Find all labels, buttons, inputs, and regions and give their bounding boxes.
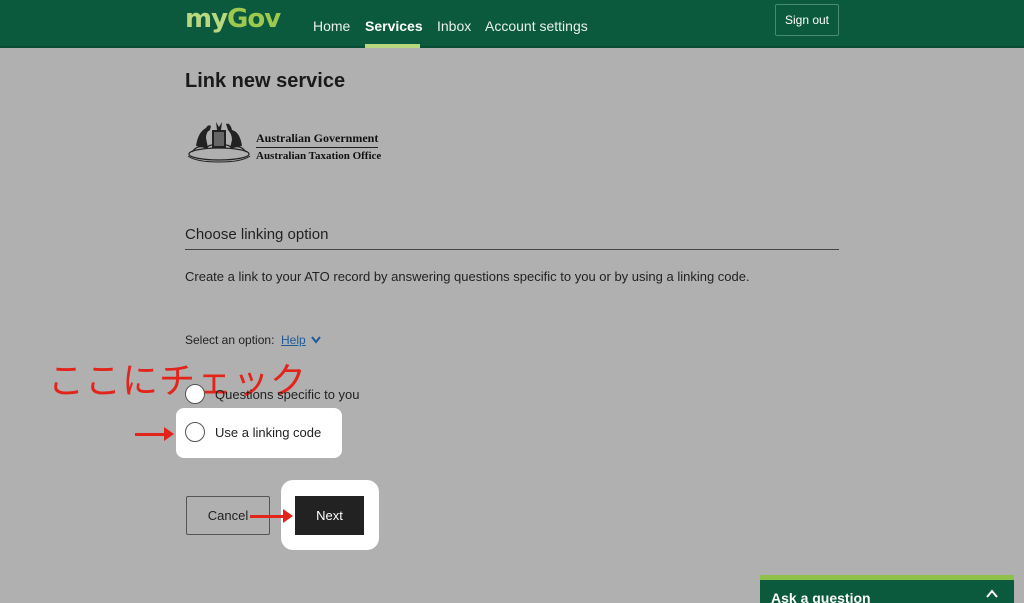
nav-home[interactable]: Home xyxy=(313,18,350,34)
sign-out-button[interactable]: Sign out xyxy=(775,4,839,36)
section-heading: Choose linking option xyxy=(185,226,329,243)
chevron-down-icon[interactable] xyxy=(311,336,321,344)
active-nav-indicator xyxy=(365,44,420,48)
mygov-logo[interactable]: myGov xyxy=(185,4,281,34)
radio-button[interactable] xyxy=(185,422,205,442)
nav-inbox[interactable]: Inbox xyxy=(437,18,471,34)
help-link[interactable]: Help xyxy=(281,333,306,347)
annotation-arrow-head-icon xyxy=(283,509,293,523)
agency-govt-name: Australian Government xyxy=(256,131,379,145)
nav-account-settings[interactable]: Account settings xyxy=(485,18,588,34)
section-description: Create a link to your ATO record by answ… xyxy=(185,269,750,284)
annotation-arrow-line xyxy=(250,515,285,518)
chevron-up-icon[interactable] xyxy=(986,589,998,599)
ask-question-label[interactable]: Ask a question xyxy=(771,590,871,603)
radio-button[interactable] xyxy=(185,384,205,404)
radio-label[interactable]: Questions specific to you xyxy=(215,387,360,402)
agency-name: Australian Taxation Office xyxy=(256,150,382,162)
annotation-arrow-head-icon xyxy=(164,427,174,441)
section-divider xyxy=(185,249,839,250)
select-option-label: Select an option: xyxy=(185,333,275,347)
agency-divider xyxy=(256,147,378,148)
radio-label[interactable]: Use a linking code xyxy=(215,425,321,440)
page-title: Link new service xyxy=(185,70,346,92)
next-button[interactable]: Next xyxy=(295,496,364,535)
annotation-arrow-line xyxy=(135,433,165,436)
coat-of-arms-icon xyxy=(187,122,251,163)
ask-question-panel[interactable]: Ask a question xyxy=(760,575,1014,603)
top-nav-bar: myGov Home Services Inbox Account settin… xyxy=(0,0,1024,48)
nav-services[interactable]: Services xyxy=(365,18,423,34)
